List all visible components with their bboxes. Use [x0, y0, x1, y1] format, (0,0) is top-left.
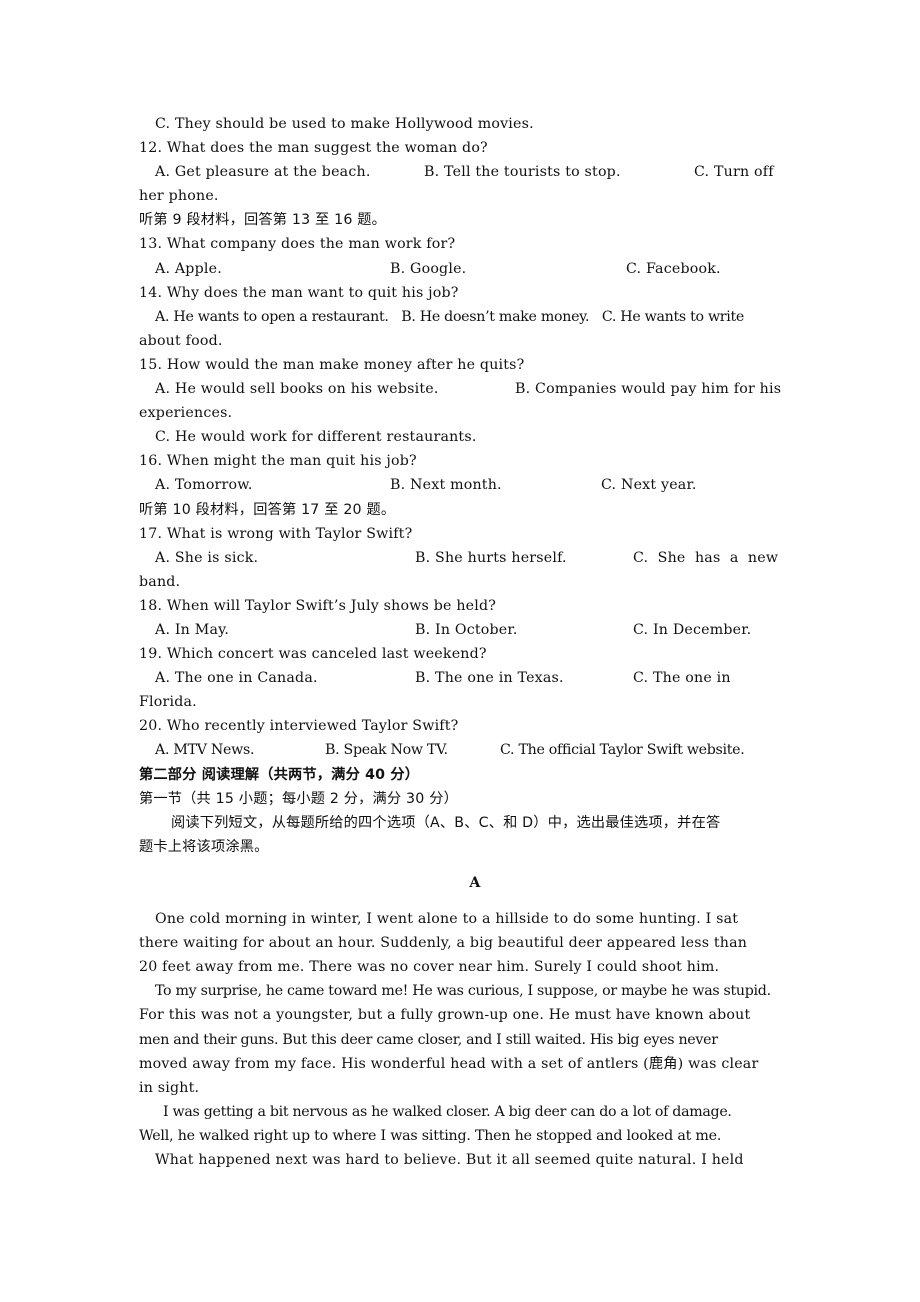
q20-option-a: A. MTV News.: [155, 742, 255, 759]
q12-question: 12. What does the man suggest the woman …: [139, 140, 488, 157]
q15-option-b: B. Companies would pay him for his: [515, 381, 782, 398]
q15-option-a: A. He would sell books on his website.: [155, 381, 439, 398]
q12-option-a: A. Get pleasure at the beach.: [155, 164, 371, 181]
q19-options: A. The one in Canada. B. The one in Texa…: [139, 666, 811, 690]
passage-line: What happened next was hard to believe. …: [155, 1152, 744, 1169]
q13-option-b: B. Google.: [390, 260, 467, 277]
passage-line: One cold morning in winter, I went alone…: [155, 911, 739, 928]
passage-line: For this was not a youngster, but a full…: [139, 1007, 751, 1024]
section10-instruction: 听第 10 段材料，回答第 17 至 20 题。: [139, 501, 396, 518]
q13-option-a: A. Apple.: [155, 260, 222, 277]
q18-question: 18. When will Taylor Swift’s July shows …: [139, 597, 497, 614]
q16-option-b: B. Next month.: [390, 477, 502, 494]
passage-label: A: [469, 875, 481, 891]
reading-instruction-line2: 题卡上将该项涂黑。: [139, 838, 269, 855]
passage-line: in sight.: [139, 1079, 200, 1096]
q17-question: 17. What is wrong with Taylor Swift?: [139, 525, 413, 542]
q15-option-c: C. He would work for different restauran…: [155, 429, 477, 446]
q15-options: A. He would sell books on his website. B…: [139, 377, 811, 401]
q18-option-a: A. In May.: [155, 621, 230, 638]
q20-question: 20. Who recently interviewed Taylor Swif…: [139, 718, 459, 735]
reading-instruction-line1: 阅读下列短文，从每题所给的四个选项（A、B、C、和 D）中，选出最佳选项，并在答: [171, 814, 721, 831]
q14-option-c-continued: about food.: [139, 332, 223, 349]
q12-option-c-continued: her phone.: [139, 188, 219, 205]
q11-option-c: C. They should be used to make Hollywood…: [155, 116, 534, 132]
q17-option-c: C. She has a new: [633, 549, 779, 566]
passage-line: moved away from my face. His wonderful h…: [139, 1055, 759, 1072]
q20-options: A. MTV News. B. Speak Now TV. C. The off…: [139, 738, 811, 762]
passage-a: One cold morning in winter, I went alone…: [139, 907, 811, 1172]
q13-option-c: C. Facebook.: [626, 260, 721, 277]
q18-option-c: C. In December.: [633, 621, 752, 638]
q17-option-c-continued: band.: [139, 573, 181, 590]
q12-option-b: B. Tell the tourists to stop.: [424, 164, 621, 181]
passage-line: 20 feet away from me. There was no cover…: [139, 959, 720, 976]
q17-options: A. She is sick. B. She hurts herself. C.…: [139, 546, 811, 570]
passage-line: Well, he walked right up to where I was …: [139, 1127, 722, 1144]
q14-options: A. He wants to open a restaurant. B. He …: [155, 308, 745, 325]
q20-option-b: B. Speak Now TV.: [325, 742, 448, 759]
q18-options: A. In May. B. In October. C. In December…: [139, 618, 811, 642]
q16-question: 16. When might the man quit his job?: [139, 453, 417, 470]
passage-line: I was getting a bit nervous as he walked…: [163, 1103, 732, 1120]
q13-question: 13. What company does the man work for?: [139, 236, 456, 253]
q16-option-a: A. Tomorrow.: [155, 477, 253, 494]
passage-line: there waiting for about an hour. Suddenl…: [139, 935, 748, 952]
q16-options: A. Tomorrow. B. Next month. C. Next year…: [139, 473, 811, 497]
passage-line: men and their guns. But this deer came c…: [139, 1031, 718, 1048]
section9-instruction: 听第 9 段材料，回答第 13 至 16 题。: [139, 212, 387, 229]
q16-option-c: C. Next year.: [601, 477, 697, 494]
q14-question: 14. Why does the man want to quit his jo…: [139, 284, 459, 301]
q12-options: A. Get pleasure at the beach. B. Tell th…: [139, 160, 811, 184]
passage-line: To my surprise, he came toward me! He wa…: [155, 983, 771, 1000]
q13-options: A. Apple. B. Google. C. Facebook.: [139, 257, 811, 281]
q20-option-c: C. The official Taylor Swift website.: [500, 742, 745, 759]
q12-option-c: C. Turn off: [694, 164, 774, 181]
q19-option-c: C. The one in: [633, 670, 731, 687]
q19-question: 19. Which concert was canceled last week…: [139, 646, 487, 663]
q15-option-b-continued: experiences.: [139, 405, 233, 422]
q15-question: 15. How would the man make money after h…: [139, 356, 525, 373]
q18-option-b: B. In October.: [415, 621, 518, 638]
reading-section-title: 第一节（共 15 小题；每小题 2 分，满分 30 分）: [139, 790, 458, 807]
exam-page: C. They should be used to make Hollywood…: [139, 112, 811, 1172]
q17-option-b: B. She hurts herself.: [415, 549, 567, 566]
q19-option-a: A. The one in Canada.: [155, 670, 318, 687]
q17-option-a: A. She is sick.: [155, 549, 259, 566]
q19-option-b: B. The one in Texas.: [415, 670, 564, 687]
reading-part-title: 第二部分 阅读理解（共两节，满分 40 分）: [139, 766, 420, 783]
q19-option-c-continued: Florida.: [139, 694, 197, 711]
